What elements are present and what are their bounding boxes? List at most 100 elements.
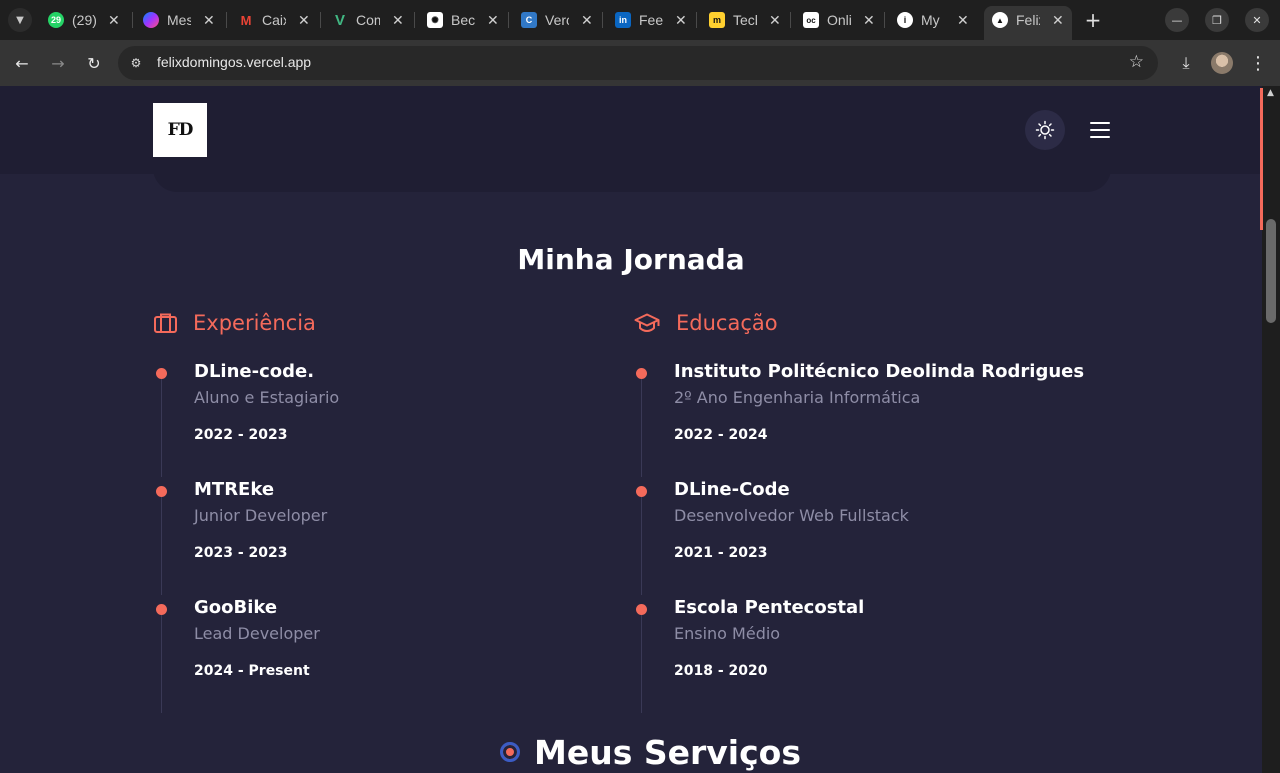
item-date: 2022 - 2024 [674,427,768,443]
gmail-icon: M [240,12,252,28]
tab-title: (29) [72,12,96,28]
tab-title: Online [827,12,851,28]
openai-icon: ✺ [427,12,443,28]
item-subtitle: Lead Developer [194,624,320,643]
close-tab-icon[interactable]: ✕ [581,12,593,29]
item-subtitle: Ensino Médio [674,624,781,643]
close-tab-icon[interactable]: ✕ [108,12,120,29]
theme-toggle-button[interactable] [1025,110,1065,150]
tab-openai[interactable]: ✺ Become ✕ [427,6,499,34]
browser-toolbar: ← → ↻ ⚙ felixdomingos.vercel.app ☆ ⤓ ⋮ [0,40,1280,86]
services-heading: Meus Serviços [500,730,801,773]
bookmark-star-icon[interactable]: ☆ [1129,52,1144,72]
timeline-line [161,379,162,477]
education-label: Educação [676,311,778,335]
item-title: Escola Pentecostal [674,597,865,618]
more-menu-icon[interactable]: ⋮ [1245,50,1271,76]
item-date: 2021 - 2023 [674,545,768,561]
back-icon[interactable]: ← [9,50,35,76]
close-tab-icon[interactable]: ✕ [957,12,969,29]
timeline-dot [156,486,167,497]
orb-icon [500,742,520,762]
tab-linkedin[interactable]: in Feed ✕ [615,6,687,34]
reload-icon[interactable]: ↻ [81,50,107,76]
item-title: MTREke [194,479,275,500]
miro-icon: m [709,12,725,28]
site-settings-icon[interactable]: ⚙ [128,55,144,71]
tab-vercel-docs[interactable]: C Vercel ✕ [521,6,593,34]
info-icon: i [897,12,913,28]
url-text[interactable]: felixdomingos.vercel.app [157,54,311,70]
experience-heading: Experiência [153,308,316,338]
ts-icon: C [521,12,537,28]
tab-online[interactable]: oc Online ✕ [803,6,875,34]
close-tab-icon[interactable]: ✕ [675,12,687,29]
whatsapp-icon: 29 [48,12,64,28]
item-title: Instituto Politécnico Deolinda Rodrigues [674,361,1085,382]
close-tab-icon[interactable]: ✕ [863,12,875,29]
close-tab-icon[interactable]: ✕ [392,12,404,29]
maximize-button[interactable]: ❐ [1205,8,1229,32]
education-item: Escola Pentecostal Ensino Médio 2018 - 2… [636,597,1114,713]
education-heading: Educação [634,308,778,338]
scroll-up-icon[interactable]: ▲ [1267,88,1274,98]
item-title: DLine-code. [194,361,315,382]
scrollbar-thumb[interactable] [1266,219,1276,323]
page-scrollbar[interactable]: ▲ [1262,86,1280,773]
close-tab-icon[interactable]: ✕ [1052,12,1064,29]
tab-vue[interactable]: V Componentes ✕ [332,6,404,34]
item-date: 2022 - 2023 [194,427,288,443]
experience-item: MTREke Junior Developer 2023 - 2023 [156,479,634,595]
tab-title: My [921,12,940,28]
timeline-line [641,497,642,595]
tab-title: Tech [733,12,757,28]
tab-title: Become [451,12,475,28]
page-viewport: FD Minha Jornada Experiência DLine-code.… [0,86,1262,773]
timeline-dot [636,604,647,615]
download-icon[interactable]: ⤓ [1173,50,1199,76]
tab-my[interactable]: i My ✕ [897,6,969,34]
profile-avatar[interactable] [1211,52,1233,74]
item-subtitle: Desenvolvedor Web Fullstack [674,506,909,525]
tab-title: Messenger [167,12,191,28]
tab-messenger[interactable]: Messenger ✕ [143,6,215,34]
vue-icon: V [334,11,345,29]
scroll-progress-indicator [1260,88,1263,230]
item-title: GooBike [194,597,278,618]
tab-whatsapp[interactable]: 29 (29) ✕ [48,6,120,34]
timeline-line [641,615,642,713]
new-tab-button[interactable]: + [1083,8,1103,32]
tab-search-button[interactable]: ▼ [8,8,32,32]
education-item: Instituto Politécnico Deolinda Rodrigues… [636,361,1114,477]
address-bar[interactable]: ⚙ felixdomingos.vercel.app ☆ [118,46,1158,80]
oc-icon: oc [803,12,819,28]
site-header: FD [0,86,1262,174]
tab-miro[interactable]: m Tech ✕ [709,6,781,34]
messenger-icon [143,12,159,28]
hamburger-menu-button[interactable] [1089,120,1113,140]
timeline-line [641,379,642,477]
tab-felix-active[interactable]: ▲ Felix ✕ [984,6,1072,40]
timeline-dot [636,486,647,497]
browser-tab-strip: ▼ 29 (29) ✕ Messenger ✕ M Caixa ✕ V Comp… [0,0,1280,40]
close-tab-icon[interactable]: ✕ [298,12,310,29]
vercel-icon: ▲ [992,12,1008,28]
item-subtitle: Aluno e Estagiario [194,388,340,407]
tab-gmail[interactable]: M Caixa ✕ [238,6,310,34]
minimize-button[interactable]: — [1165,8,1189,32]
close-tab-icon[interactable]: ✕ [769,12,781,29]
close-tab-icon[interactable]: ✕ [203,12,215,29]
item-title: DLine-Code [674,479,790,500]
timeline-dot [156,604,167,615]
item-subtitle: Junior Developer [194,506,328,525]
tab-title: Vercel [545,12,569,28]
item-date: 2024 - Present [194,663,310,679]
graduation-cap-icon [634,313,660,333]
site-logo[interactable]: FD [153,103,207,157]
journey-title: Minha Jornada [517,243,745,276]
close-tab-icon[interactable]: ✕ [487,12,499,29]
tab-title: Feed [639,12,663,28]
close-window-button[interactable]: ✕ [1245,8,1269,32]
item-date: 2018 - 2020 [674,663,768,679]
forward-icon[interactable]: → [45,50,71,76]
